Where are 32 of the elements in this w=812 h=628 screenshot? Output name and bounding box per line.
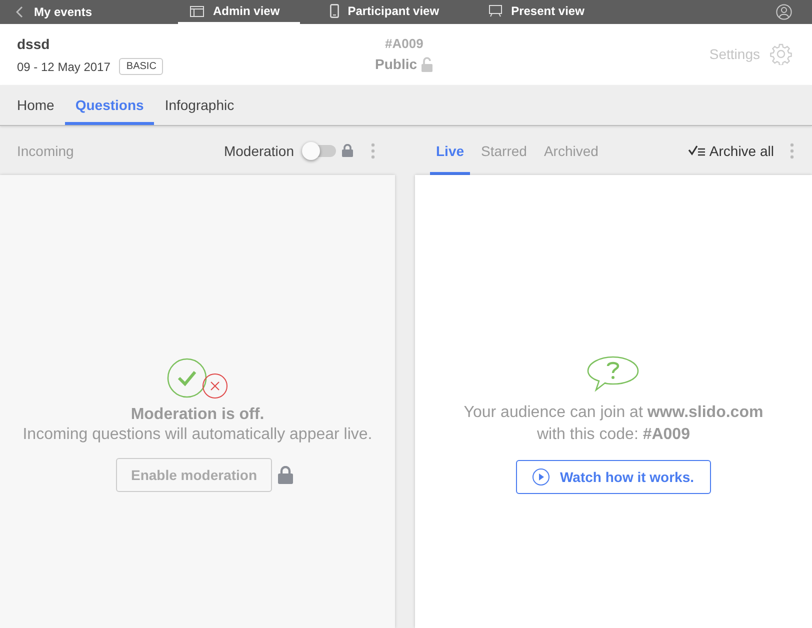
view-tab[interactable]: Participant view (318, 0, 460, 24)
user-icon[interactable] (776, 4, 792, 20)
event-code: #A009 (385, 36, 424, 51)
more-icon[interactable] (790, 142, 794, 158)
more-icon[interactable] (371, 142, 375, 158)
event-dates: 09 - 12 May 2017 (17, 60, 110, 74)
settings-icon[interactable] (770, 43, 792, 65)
phone-icon (330, 4, 339, 18)
moderation-message: Incoming questions will automatically appear live. (22, 424, 372, 444)
back-link[interactable]: My events (0, 5, 156, 19)
archive-all-button[interactable]: Archive all (688, 126, 774, 175)
view-tab[interactable]: Present view (477, 0, 604, 24)
chevron-left-icon (16, 6, 24, 18)
nav-tab[interactable]: Infographic (154, 97, 244, 125)
padlock-icon (342, 144, 353, 157)
incoming-title: Incoming (17, 142, 74, 158)
nav-tab[interactable]: Questions (65, 97, 154, 125)
moderation-toggle[interactable] (304, 144, 336, 156)
event-name: dssd (17, 36, 51, 52)
moderation-label: Moderation (224, 142, 294, 158)
plan-badge: BASIC (119, 58, 164, 75)
play-icon (532, 468, 550, 486)
nav-tab[interactable]: Home (7, 97, 64, 125)
check-and-cross-icon (166, 358, 228, 400)
checklist-icon (688, 145, 706, 156)
watch-video-button[interactable]: Watch how it works. (516, 460, 712, 494)
join-instructions: Your audience can join at www.slido.com with this code: #A009 (464, 402, 764, 444)
window-icon (190, 6, 204, 16)
padlock-icon (278, 466, 294, 484)
presentation-screen-icon (489, 5, 502, 17)
moderation-heading: Moderation is off. (130, 406, 264, 424)
visibility-label: Public (375, 56, 418, 72)
